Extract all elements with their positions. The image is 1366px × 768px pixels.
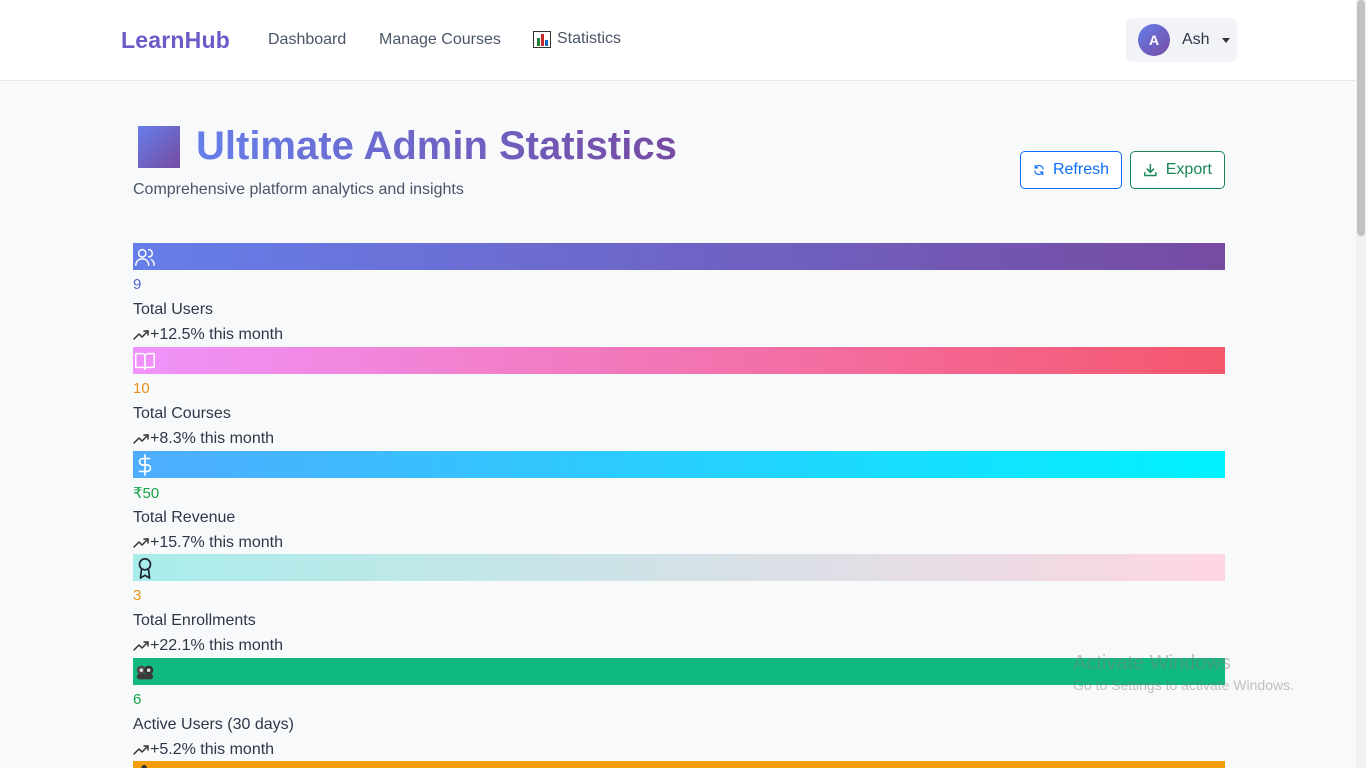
stat-card-header-bar — [133, 347, 1225, 374]
nav-link-manage-courses[interactable]: Manage Courses — [379, 31, 501, 49]
award-icon — [138, 557, 152, 579]
scrollbar-thumb[interactable] — [1357, 0, 1365, 236]
stat-card-total-users: 9 Total Users +12.5% this month — [133, 243, 1225, 347]
refresh-button[interactable]: Refresh — [1020, 151, 1122, 189]
stat-trend-text: +5.2% this month — [150, 741, 275, 758]
stat-card-header-bar — [133, 451, 1225, 478]
stat-card-total-revenue: ₹50 Total Revenue +15.7% this month — [133, 451, 1225, 555]
page-subtitle: Comprehensive platform analytics and ins… — [133, 181, 464, 198]
stat-card-header-bar — [133, 554, 1225, 581]
stat-label: Total Revenue — [133, 509, 236, 526]
page-scrollbar[interactable] — [1356, 0, 1366, 768]
nav-link-dashboard[interactable]: Dashboard — [268, 31, 346, 49]
stat-label: Total Enrollments — [133, 612, 256, 629]
stat-trend: +12.5% this month — [133, 326, 283, 344]
top-navbar: LearnHub Dashboard Manage Courses Statis… — [0, 0, 1356, 81]
stat-card-total-enrollments: 3 Total Enrollments +22.1% this month — [133, 554, 1225, 658]
bar-chart-icon — [533, 30, 551, 48]
stat-trend: +8.3% this month — [133, 430, 274, 448]
user-name: Ash — [1182, 31, 1210, 48]
stat-trend-text: +8.3% this month — [150, 430, 275, 447]
stat-card-header-bar — [133, 243, 1225, 270]
stat-trend-text: +22.1% this month — [150, 637, 283, 654]
stat-trend: +22.1% this month — [133, 637, 283, 655]
stat-trend: +15.7% this month — [133, 534, 283, 552]
trending-up-icon — [133, 641, 149, 651]
stat-card-total-courses: 10 Total Courses +8.3% this month — [133, 347, 1225, 451]
download-icon — [1144, 163, 1157, 177]
stat-card-active-users: 6 Active Users (30 days) +5.2% this mont… — [133, 658, 1225, 762]
export-button[interactable]: Export — [1130, 151, 1225, 189]
users-icon — [135, 248, 155, 266]
stat-label: Total Courses — [133, 405, 231, 422]
dollar-icon — [138, 453, 152, 476]
caret-down-icon — [1221, 37, 1230, 43]
people-emoji-icon — [136, 665, 154, 679]
nav-link-statistics-label: Statistics — [557, 30, 622, 47]
stat-value: 9 — [133, 276, 142, 293]
book-icon — [135, 352, 155, 370]
stat-value: ₹50 — [133, 485, 160, 502]
trending-up-icon — [133, 434, 149, 444]
trending-up-icon — [133, 538, 149, 548]
refresh-icon — [1034, 164, 1044, 176]
trending-up-icon — [133, 745, 149, 755]
refresh-button-label: Refresh — [1052, 161, 1109, 178]
export-button-label: Export — [1165, 161, 1212, 178]
stat-card-header-bar — [133, 761, 1225, 768]
partial-icon — [141, 764, 147, 768]
stat-value: 6 — [133, 691, 142, 708]
trending-up-icon — [133, 330, 149, 340]
stat-label: Total Users — [133, 301, 214, 318]
page-title: Ultimate Admin Statistics — [196, 124, 677, 168]
stat-card-partial — [133, 761, 1225, 768]
stat-value: 10 — [133, 380, 150, 397]
stat-trend-text: +12.5% this month — [150, 326, 283, 343]
stat-trend-text: +15.7% this month — [150, 534, 283, 551]
stat-label: Active Users (30 days) — [133, 716, 294, 733]
stat-card-header-bar — [133, 658, 1225, 685]
brand-logo[interactable]: LearnHub — [121, 27, 230, 54]
stat-value: 3 — [133, 587, 142, 604]
nav-link-statistics[interactable]: Statistics — [533, 30, 621, 48]
title-square-icon — [138, 126, 180, 168]
avatar: A — [1138, 24, 1170, 56]
stat-trend: +5.2% this month — [133, 741, 274, 759]
user-menu-dropdown[interactable]: A Ash — [1126, 18, 1237, 62]
